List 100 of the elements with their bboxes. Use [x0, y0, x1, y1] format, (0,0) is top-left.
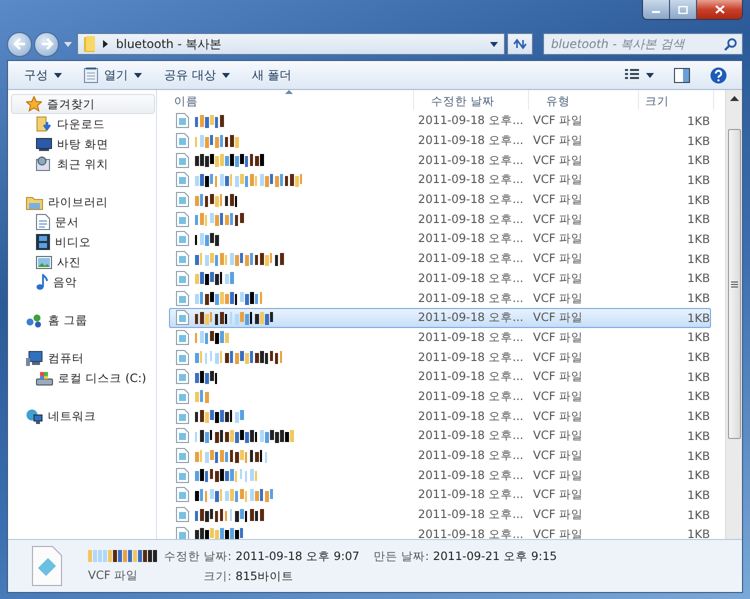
search-icon	[724, 38, 737, 50]
file-row[interactable]: 2011-09-18 오후... VCF 파일 1KB	[169, 328, 711, 348]
file-icon	[176, 290, 189, 306]
file-type-cell-text: VCF 파일	[532, 369, 584, 384]
sidebar-item[interactable]: 홈 그룹	[11, 310, 155, 330]
file-icon	[176, 350, 189, 365]
sidebar-item[interactable]: 컴퓨터	[11, 348, 155, 368]
file-row[interactable]: 2011-09-18 오후... VCF 파일 1KB	[169, 366, 711, 387]
file-row[interactable]: 2011-09-18 오후... VCF 파일 1KB	[169, 209, 711, 230]
toolbar-button[interactable]: 구성	[16, 64, 70, 86]
file-type-cell-text: VCF 파일	[532, 251, 584, 266]
modified-date-cell-text: 2011-09-18 오후...	[417, 290, 524, 306]
file-size-cell-text: 1KB	[686, 350, 710, 364]
file-row[interactable]: 2011-09-18 오후... VCF 파일 1KB	[169, 170, 711, 190]
back-arrow-icon	[12, 38, 26, 50]
search-field[interactable]: bluetooth - 복사본 검색	[543, 33, 743, 55]
file-icon	[176, 251, 189, 266]
file-row[interactable]: 2011-09-18 오후... VCF 파일 1KB	[169, 150, 711, 170]
help-icon	[710, 66, 727, 84]
pixelated-name-drawing	[195, 508, 265, 522]
scroll-up-arrow-icon[interactable]	[730, 96, 738, 101]
file-size-cell-text: 1KB	[686, 527, 710, 539]
sidebar-item[interactable]: 라이브러리	[11, 192, 155, 212]
file-row[interactable]: 2011-09-18 오후... VCF 파일 1KB	[169, 406, 711, 426]
forward-button[interactable]	[34, 32, 59, 56]
toolbar-button[interactable]: 열기	[76, 64, 150, 86]
grip-icon	[730, 280, 738, 288]
file-row[interactable]: 2011-09-18 오후... VCF 파일 1KB	[169, 229, 711, 249]
scrollbar-thumb[interactable]	[728, 129, 740, 439]
pixelated-name-drawing	[195, 114, 225, 128]
sidebar-item[interactable]: 로컬 디스크 (C:)	[11, 368, 155, 388]
file-size-cell-text: 1KB	[686, 291, 710, 306]
minimize-button[interactable]	[643, 0, 670, 19]
file-row[interactable]: 2011-09-18 오후... VCF 파일 1KB	[169, 268, 711, 288]
sidebar-item[interactable]: 최근 위치	[11, 154, 155, 174]
file-row[interactable]: 2011-09-18 오후... VCF 파일 1KB	[169, 446, 711, 466]
sidebar-item[interactable]: 다운로드	[11, 114, 155, 134]
file-row[interactable]: 2011-09-18 오후... VCF 파일 1KB	[169, 386, 711, 406]
refresh-button[interactable]	[507, 33, 533, 55]
vertical-scrollbar[interactable]	[725, 90, 742, 539]
file-icon	[176, 487, 189, 502]
toolbar-button[interactable]: 공유 대상	[156, 64, 238, 86]
sidebar-item[interactable]: 네트워크	[11, 406, 155, 426]
address-bar[interactable]: bluetooth - 복사본	[77, 33, 505, 55]
dropdown-caret-icon[interactable]	[490, 42, 498, 46]
sidebar-item[interactable]: 음악	[11, 272, 155, 292]
file-icon	[176, 192, 189, 208]
file-row[interactable]: 2011-09-18 오후... VCF 파일 1KB	[169, 465, 711, 486]
modified-date-cell-text: 2011-09-18 오후...	[417, 270, 524, 286]
modified-date-cell-text: 2011-09-18 오후...	[417, 487, 524, 502]
sidebar-item[interactable]: 바탕 화면	[11, 134, 155, 154]
file-row[interactable]: 2011-09-18 오후... VCF 파일 1KB	[169, 308, 711, 328]
back-button[interactable]	[7, 32, 32, 56]
file-size-cell-text: 1KB	[686, 508, 710, 522]
file-icon	[176, 270, 189, 286]
breadcrumb-arrow-icon	[103, 40, 109, 48]
file-size-cell-text: 1KB	[686, 428, 710, 443]
sidebar-item[interactable]: 즐겨찾기	[11, 94, 155, 114]
maximize-button[interactable]	[670, 0, 697, 19]
sidebar-item[interactable]: 비디오	[11, 232, 155, 252]
file-row[interactable]: 2011-09-18 오후... VCF 파일 1KB	[169, 347, 711, 367]
file-size-cell-text: 1KB	[686, 389, 710, 404]
file-type-cell-text: VCF 파일	[532, 152, 584, 168]
file-size-cell-text: 1KB	[686, 192, 710, 207]
file-type-cell-text: VCF 파일	[532, 408, 584, 424]
modified-date-cell-text: 2011-09-18 오후...	[417, 388, 524, 404]
file-row[interactable]: 2011-09-18 오후... VCF 파일 1KB	[169, 190, 711, 210]
pixelated-name-drawing	[195, 153, 265, 168]
notepad-icon	[84, 67, 98, 83]
file-type-cell-text: VCF 파일	[532, 468, 584, 483]
pixelated-name-drawing	[195, 192, 240, 207]
modified-date-cell-text: 2011-09-18 오후...	[417, 192, 524, 208]
modified-date-cell-text: 2011-09-18 오후...	[417, 330, 524, 345]
modified-label: 수정한 날짜:	[164, 548, 232, 564]
close-button[interactable]	[697, 0, 742, 19]
recent-pages-caret-icon[interactable]	[64, 42, 72, 46]
hard-disk-icon	[36, 370, 53, 386]
sidebar-item[interactable]: 문서	[11, 212, 155, 232]
sidebar-item[interactable]: 사진	[11, 252, 155, 272]
file-row[interactable]: 2011-09-18 오후... VCF 파일 1KB	[169, 288, 711, 308]
column-header[interactable]: 수정한 날짜	[414, 90, 529, 110]
column-header[interactable]: 유형	[529, 90, 639, 110]
file-type-cell-text: VCF 파일	[532, 388, 584, 404]
file-row[interactable]: 2011-09-18 오후... VCF 파일 1KB	[169, 130, 711, 150]
column-header[interactable]: 크기	[639, 90, 714, 110]
pixelated-name-drawing	[88, 549, 158, 563]
file-type-cell-text: VCF 파일	[532, 231, 584, 246]
modified-date-cell-text: 2011-09-18 오후...	[417, 152, 524, 168]
file-row[interactable]: 2011-09-18 오후... VCF 파일 1KB	[169, 248, 711, 268]
file-row[interactable]: 2011-09-18 오후... VCF 파일 1KB	[169, 504, 711, 524]
file-size-cell-text: 1KB	[686, 409, 710, 424]
file-row[interactable]: 2011-09-18 오후... VCF 파일 1KB	[169, 485, 711, 505]
file-row[interactable]: 2011-09-18 오후... VCF 파일 1KB	[169, 111, 711, 131]
refresh-arrows-icon	[512, 38, 528, 50]
column-header[interactable]: 이름	[157, 90, 414, 110]
pixelated-name-drawing	[195, 330, 230, 344]
address-path[interactable]: bluetooth - 복사본	[116, 36, 483, 52]
file-row[interactable]: 2011-09-18 오후... VCF 파일 1KB	[169, 426, 711, 446]
file-icon	[176, 330, 189, 345]
toolbar-button[interactable]: 새 폴더	[244, 64, 300, 86]
